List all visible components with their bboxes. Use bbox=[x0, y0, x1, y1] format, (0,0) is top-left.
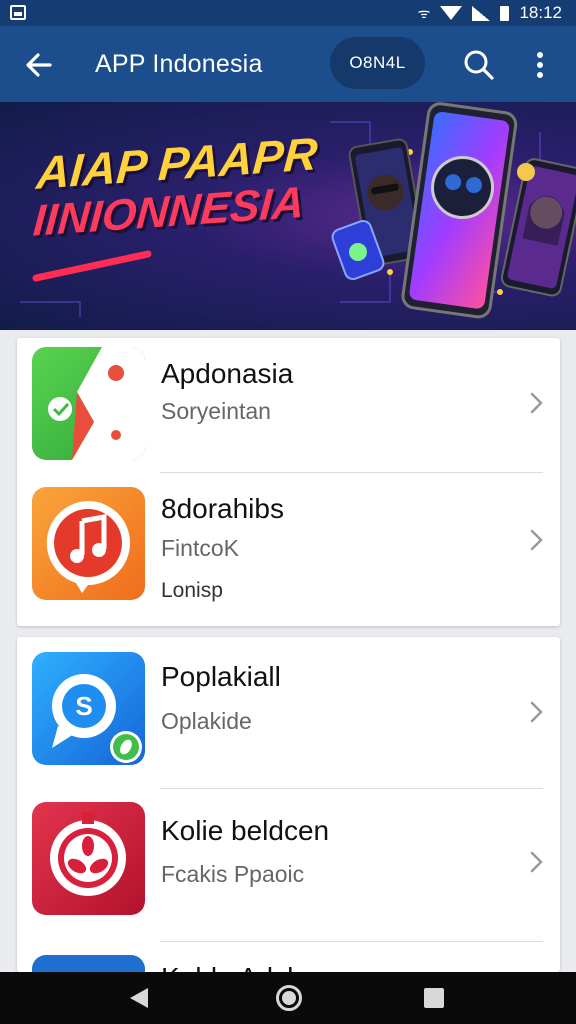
app-name: Kohla Adsher bbox=[161, 962, 328, 972]
signal-icon bbox=[472, 5, 491, 21]
chat-bubble-app-icon bbox=[32, 347, 145, 460]
recents-square-icon[interactable] bbox=[424, 988, 444, 1008]
back-arrow-icon bbox=[26, 53, 52, 77]
page-title: APP Indonesia bbox=[95, 50, 263, 78]
app-subtitle: Soryeintan bbox=[161, 398, 271, 424]
clock: 18:12 bbox=[519, 3, 562, 22]
app-extra-label: Lonisp bbox=[161, 579, 223, 602]
more-options-button[interactable] bbox=[526, 48, 554, 82]
app-subtitle: Oplakide bbox=[161, 708, 252, 734]
promo-banner[interactable]: AIAP PAAPR IINIONNESIA bbox=[0, 102, 576, 330]
wifi-icon bbox=[440, 6, 463, 20]
app-subtitle: FintcoK bbox=[161, 535, 239, 561]
search-icon bbox=[464, 50, 494, 80]
list-item[interactable]: 8dorahibs FintcoK Lonisp bbox=[17, 473, 560, 626]
back-button[interactable] bbox=[22, 48, 56, 82]
phones-illustration bbox=[331, 102, 576, 319]
list-item[interactable]: Kolie beldcen Fcakis Ppaoic bbox=[17, 789, 560, 941]
app-name: Poplakiall bbox=[161, 661, 281, 692]
music-note-app-icon bbox=[32, 487, 145, 600]
home-circle-icon[interactable] bbox=[276, 985, 302, 1011]
blue-app-icon bbox=[32, 955, 145, 972]
back-triangle-icon[interactable] bbox=[128, 986, 150, 1010]
account-pill-button[interactable]: O8N4L bbox=[330, 37, 425, 89]
status-icons: ᯤ 18:12 bbox=[418, 3, 562, 23]
banner-headline: AIAP PAAPR IINIONNESIA bbox=[32, 127, 320, 245]
list-item[interactable]: Apdonasia Soryeintan bbox=[17, 338, 560, 472]
app-name: 8dorahibs bbox=[161, 493, 284, 524]
system-nav-bar bbox=[0, 972, 576, 1024]
battery-icon bbox=[500, 5, 510, 21]
search-button[interactable] bbox=[462, 48, 496, 82]
vibrate-icon: ᯤ bbox=[417, 4, 431, 21]
app-bar: APP Indonesia O8N4L bbox=[0, 26, 576, 102]
chevron-right-icon bbox=[530, 392, 543, 414]
chat-s-app-icon: S bbox=[32, 652, 145, 765]
app-name: Kolie beldcen bbox=[161, 815, 330, 846]
more-vert-icon bbox=[537, 52, 543, 78]
app-list-card-2: S Poplakiall Oplakide Kolie beldcen Fcak… bbox=[17, 637, 560, 972]
flower-app-icon bbox=[32, 802, 145, 915]
status-bar: ᯤ 18:12 bbox=[0, 0, 576, 26]
list-item[interactable]: S Poplakiall Oplakide bbox=[17, 637, 560, 788]
svg-text:S: S bbox=[75, 691, 92, 721]
app-list-card-1: Apdonasia Soryeintan 8dorahibs FintcoK L… bbox=[17, 338, 560, 626]
chevron-right-icon bbox=[530, 529, 543, 551]
list-item[interactable]: Kohla Adsher bbox=[17, 942, 560, 972]
chevron-right-icon bbox=[530, 851, 543, 873]
app-name: Apdonasia bbox=[161, 358, 294, 389]
sim-icon bbox=[10, 5, 26, 20]
chevron-right-icon bbox=[530, 701, 543, 723]
app-subtitle: Fcakis Ppaoic bbox=[161, 861, 305, 887]
